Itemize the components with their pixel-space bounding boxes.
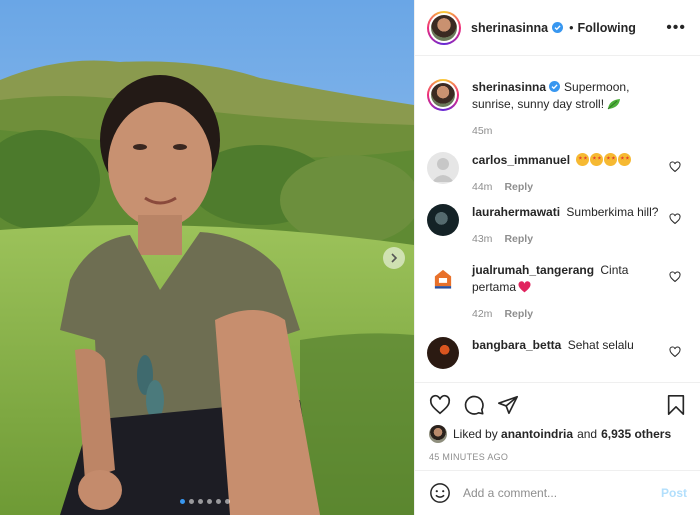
- commenter-username[interactable]: carlos_immanuel: [472, 153, 570, 167]
- verified-icon: [552, 22, 564, 33]
- next-icon: [391, 253, 398, 263]
- reply-button[interactable]: Reply: [504, 231, 533, 248]
- carousel-dot: [189, 499, 194, 504]
- like-comment-icon[interactable]: [669, 213, 681, 225]
- selfie-image: [0, 0, 414, 515]
- comments-list[interactable]: sherinasinna Supermoon, sunrise, sunny da…: [415, 57, 700, 382]
- like-comment-icon[interactable]: [669, 161, 681, 173]
- add-comment-bar: Post: [415, 470, 700, 515]
- liker-username[interactable]: anantoindria: [501, 427, 573, 441]
- like-comment-icon[interactable]: [669, 271, 681, 283]
- comment-time: 43m: [472, 233, 493, 245]
- comment-icon[interactable]: [463, 394, 485, 416]
- reply-button[interactable]: Reply: [504, 179, 533, 196]
- commenter-avatar[interactable]: [427, 204, 459, 236]
- likes-and: and: [577, 427, 598, 441]
- comment-row: jualrumah_tangerang Cinta pertama 42m Rep…: [427, 262, 689, 323]
- likes-summary: Liked by anantoindria and 6,935 others: [429, 425, 687, 443]
- commenter-avatar[interactable]: [427, 262, 459, 294]
- caption-avatar[interactable]: [427, 79, 459, 111]
- bookmark-icon[interactable]: [665, 394, 687, 416]
- likes-prefix: Liked by: [453, 427, 498, 441]
- separator: •: [569, 20, 574, 35]
- comment-input[interactable]: [463, 486, 653, 500]
- caption-time: 45m: [472, 125, 493, 137]
- carousel-indicator: [180, 499, 230, 504]
- carousel-dot: [198, 499, 203, 504]
- author-avatar[interactable]: [427, 10, 461, 45]
- author-username[interactable]: sherinasinna: [471, 21, 548, 35]
- comment-time: 44m: [472, 181, 493, 193]
- carousel-dot: [180, 499, 185, 504]
- post-header: sherinasinna • Following •••: [415, 0, 700, 56]
- follow-status[interactable]: • Following: [569, 21, 636, 35]
- liker-avatar[interactable]: [429, 425, 447, 443]
- caption-row: sherinasinna Supermoon, sunrise, sunny da…: [427, 57, 689, 140]
- post-comment-button[interactable]: Post: [661, 486, 687, 500]
- heart-icon[interactable]: [429, 394, 451, 416]
- post-timestamp[interactable]: 45 MINUTES AGO: [429, 452, 687, 462]
- comment-row: laurahermawati Sumberkima hill? 43m Reply: [427, 204, 689, 248]
- commenter-username[interactable]: laurahermawati: [472, 205, 560, 219]
- comment-text: Sumberkima hill?: [566, 205, 659, 219]
- carousel-dot: [225, 499, 230, 504]
- comment-row: bangbara_betta Sehat selalu: [427, 337, 689, 369]
- share-icon[interactable]: [497, 394, 519, 416]
- comment-time: 42m: [472, 308, 493, 320]
- heart-emoji-icon: [518, 281, 531, 293]
- commenter-username[interactable]: jualrumah_tangerang: [472, 263, 594, 277]
- comment-row: carlos_immanuel 44m Reply: [427, 152, 689, 196]
- commenter-avatar[interactable]: [427, 152, 459, 184]
- carousel-dot: [216, 499, 221, 504]
- commenter-avatar[interactable]: [427, 337, 459, 369]
- verified-icon: [549, 81, 561, 92]
- post-actions: Liked by anantoindria and 6,935 others 45 …: [415, 382, 700, 462]
- more-icon[interactable]: •••: [666, 19, 686, 36]
- leaf-icon: [607, 99, 621, 110]
- comment-text: Sehat selalu: [567, 338, 634, 352]
- like-comment-icon[interactable]: [669, 346, 681, 358]
- post-side-panel: sherinasinna • Following ••• sherinasinna…: [414, 0, 700, 515]
- emoji-icon[interactable]: [429, 482, 451, 504]
- following-label: Following: [577, 20, 636, 35]
- caption-username[interactable]: sherinasinna: [472, 80, 546, 94]
- reply-button[interactable]: Reply: [504, 306, 533, 323]
- likes-others[interactable]: 6,935 others: [601, 427, 671, 441]
- carousel-dot: [207, 499, 212, 504]
- next-image-button[interactable]: [383, 247, 405, 269]
- commenter-username[interactable]: bangbara_betta: [472, 338, 561, 352]
- post-photo[interactable]: [0, 0, 414, 515]
- emoji-group: [576, 153, 632, 167]
